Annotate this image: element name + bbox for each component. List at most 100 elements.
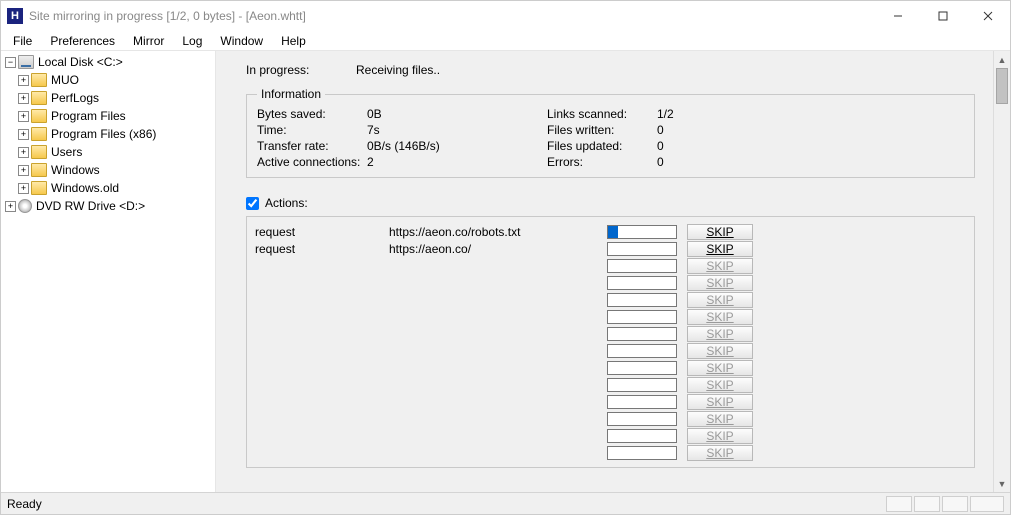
action-row: SKIP xyxy=(255,342,966,359)
progress-value: Receiving files.. xyxy=(356,63,440,77)
action-row: SKIP xyxy=(255,359,966,376)
skip-button[interactable]: SKIP xyxy=(687,241,753,257)
action-progress xyxy=(607,276,677,290)
tree-folder[interactable]: + Program Files xyxy=(1,107,215,125)
info-label: Files written: xyxy=(547,123,657,137)
skip-button: SKIP xyxy=(687,411,753,427)
tree-folder[interactable]: + Program Files (x86) xyxy=(1,125,215,143)
info-label: Bytes saved: xyxy=(257,107,367,121)
action-row: SKIP xyxy=(255,325,966,342)
content-area: In progress: Receiving files.. Informati… xyxy=(216,51,993,492)
vertical-scrollbar[interactable]: ▲ ▼ xyxy=(993,51,1010,492)
action-row: SKIP xyxy=(255,257,966,274)
scroll-thumb[interactable] xyxy=(996,68,1008,104)
tree-folder[interactable]: + Windows.old xyxy=(1,179,215,197)
action-row: request https://aeon.co/robots.txt SKIP xyxy=(255,223,966,240)
info-value: 1/2 xyxy=(657,107,717,121)
tree-label: Program Files (x86) xyxy=(51,127,156,141)
action-progress xyxy=(607,293,677,307)
scroll-up-icon[interactable]: ▲ xyxy=(994,51,1010,68)
progress-label: In progress: xyxy=(246,63,356,77)
action-url: https://aeon.co/robots.txt xyxy=(389,225,599,239)
tree-folder[interactable]: + MUO xyxy=(1,71,215,89)
action-progress xyxy=(607,378,677,392)
tree-label: Program Files xyxy=(51,109,126,123)
disk-icon xyxy=(18,55,34,69)
expand-icon[interactable]: + xyxy=(18,165,29,176)
expand-icon[interactable]: + xyxy=(18,147,29,158)
info-label: Errors: xyxy=(547,155,657,169)
folder-icon xyxy=(31,73,47,87)
tree-label: Windows.old xyxy=(51,181,119,195)
maximize-button[interactable] xyxy=(920,2,965,31)
info-value: 0B/s (146B/s) xyxy=(367,139,547,153)
scroll-track[interactable] xyxy=(994,68,1010,475)
action-type: request xyxy=(255,225,385,239)
action-progress xyxy=(607,259,677,273)
folder-icon xyxy=(31,91,47,105)
collapse-icon[interactable]: − xyxy=(5,57,16,68)
action-url: https://aeon.co/ xyxy=(389,242,599,256)
status-cell xyxy=(886,496,912,512)
status-cell xyxy=(970,496,1004,512)
status-cells xyxy=(886,496,1004,512)
menu-mirror[interactable]: Mirror xyxy=(125,32,172,50)
info-label: Transfer rate: xyxy=(257,139,367,153)
information-group: Information Bytes saved:0BLinks scanned:… xyxy=(246,87,975,178)
action-row: SKIP xyxy=(255,308,966,325)
dvd-icon xyxy=(18,199,32,213)
scroll-down-icon[interactable]: ▼ xyxy=(994,475,1010,492)
action-row: SKIP xyxy=(255,393,966,410)
skip-button: SKIP xyxy=(687,343,753,359)
folder-tree[interactable]: − Local Disk <C:> + MUO + PerfLogs + Program … xyxy=(1,51,216,492)
expand-icon[interactable]: + xyxy=(18,183,29,194)
window-title: Site mirroring in progress [1/2, 0 bytes… xyxy=(29,9,306,23)
action-row: SKIP xyxy=(255,376,966,393)
info-label: Links scanned: xyxy=(547,107,657,121)
action-progress xyxy=(607,429,677,443)
folder-icon xyxy=(31,181,47,195)
folder-icon xyxy=(31,127,47,141)
skip-button: SKIP xyxy=(687,394,753,410)
tree-label: MUO xyxy=(51,73,79,87)
expand-icon[interactable]: + xyxy=(18,93,29,104)
menu-file[interactable]: File xyxy=(5,32,40,50)
tree-label: DVD RW Drive <D:> xyxy=(36,199,145,213)
tree-folder[interactable]: + Windows xyxy=(1,161,215,179)
expand-icon[interactable]: + xyxy=(5,201,16,212)
tree-folder[interactable]: + PerfLogs xyxy=(1,89,215,107)
tree-label: Windows xyxy=(51,163,100,177)
info-label: Active connections: xyxy=(257,155,367,169)
expand-icon[interactable]: + xyxy=(18,75,29,86)
tree-root[interactable]: − Local Disk <C:> xyxy=(1,53,215,71)
actions-header: Actions: xyxy=(246,196,975,210)
expand-icon[interactable]: + xyxy=(18,111,29,122)
expand-icon[interactable]: + xyxy=(18,129,29,140)
main-pane: In progress: Receiving files.. Informati… xyxy=(216,51,1010,492)
tree-label: PerfLogs xyxy=(51,91,99,105)
menu-help[interactable]: Help xyxy=(273,32,314,50)
skip-button[interactable]: SKIP xyxy=(687,224,753,240)
tree-dvd[interactable]: + DVD RW Drive <D:> xyxy=(1,197,215,215)
actions-toggle[interactable] xyxy=(246,197,259,210)
workspace: − Local Disk <C:> + MUO + PerfLogs + Program … xyxy=(1,51,1010,492)
actions-box: requesthttps://aeon.co/robots.txtSKIPreq… xyxy=(246,216,975,468)
minimize-button[interactable] xyxy=(875,2,920,31)
tree-label: Local Disk <C:> xyxy=(38,55,123,69)
skip-button: SKIP xyxy=(687,258,753,274)
menu-preferences[interactable]: Preferences xyxy=(42,32,123,50)
action-progress xyxy=(607,310,677,324)
titlebar: H Site mirroring in progress [1/2, 0 byt… xyxy=(1,1,1010,31)
action-progress xyxy=(607,344,677,358)
close-button[interactable] xyxy=(965,2,1010,31)
information-legend: Information xyxy=(257,87,325,101)
progress-line: In progress: Receiving files.. xyxy=(246,63,975,77)
action-progress xyxy=(607,327,677,341)
menu-window[interactable]: Window xyxy=(212,32,271,50)
app-icon: H xyxy=(7,8,23,24)
menu-log[interactable]: Log xyxy=(174,32,210,50)
action-progress xyxy=(607,446,677,460)
tree-folder[interactable]: +Users xyxy=(1,143,215,161)
action-row: SKIP xyxy=(255,444,966,461)
skip-button: SKIP xyxy=(687,360,753,376)
